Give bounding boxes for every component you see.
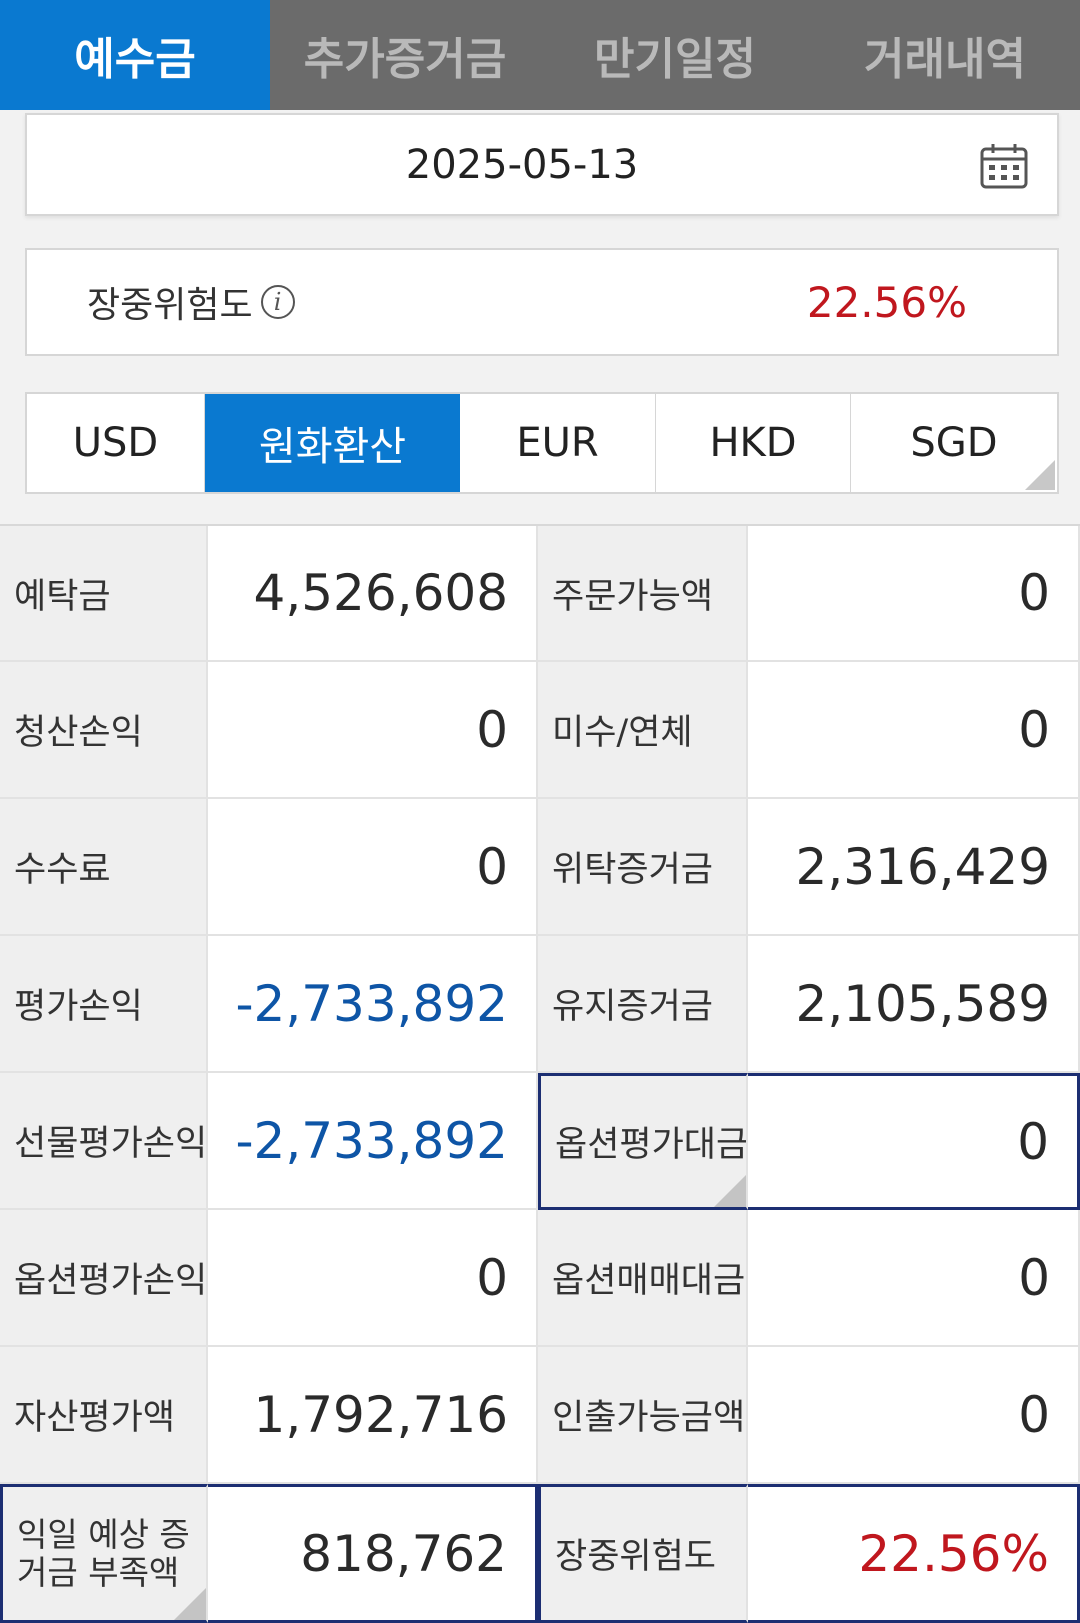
value-orderable-amount: 0	[748, 526, 1080, 662]
info-icon[interactable]: i	[260, 285, 295, 319]
label-option-valuation-text: 옵션평가대금	[555, 1125, 748, 1165]
tab-deposit[interactable]: 예수금	[0, 0, 270, 110]
calendar-icon[interactable]	[979, 141, 1029, 191]
label-overdue: 미수/연체	[538, 662, 748, 799]
label-option-pnl: 옵션평가손익	[0, 1210, 208, 1347]
currency-tab-sgd[interactable]: SGD	[851, 394, 1057, 492]
label-option-valuation[interactable]: 옵션평가대금	[538, 1073, 748, 1210]
value-asset-valuation: 1,792,716	[208, 1347, 538, 1484]
account-summary-grid: 예탁금 4,526,608 주문가능액 0 청산손익 0 미수/연체 0 수수료…	[0, 524, 1080, 1623]
value-next-day-margin-shortfall: 818,762	[208, 1484, 538, 1623]
expand-corner-icon	[714, 1175, 746, 1207]
label-deposit: 예탁금	[0, 526, 208, 662]
tab-expiry-schedule[interactable]: 만기일정	[540, 0, 810, 110]
more-corner-icon	[1025, 460, 1055, 490]
currency-tab-hkd[interactable]: HKD	[656, 394, 851, 492]
label-orderable-amount: 주문가능액	[538, 526, 748, 662]
value-option-trade-amount: 0	[748, 1210, 1080, 1347]
currency-tab-sgd-label: SGD	[910, 420, 998, 466]
label-maintenance-margin: 유지증거금	[538, 936, 748, 1073]
tab-transaction-history[interactable]: 거래내역	[810, 0, 1080, 110]
value-overdue: 0	[748, 662, 1080, 799]
value-realized-pnl: 0	[208, 662, 538, 799]
currency-tab-krw-converted[interactable]: 원화환산	[205, 394, 460, 492]
date-value: 2025-05-13	[405, 142, 639, 188]
label-initial-margin: 위탁증거금	[538, 799, 748, 936]
label-fees: 수수료	[0, 799, 208, 936]
label-withdrawable: 인출가능금액	[538, 1347, 748, 1484]
risk-label-wrap: 장중위험도 i	[87, 250, 295, 354]
value-unrealized-pnl: -2,733,892	[208, 936, 538, 1073]
currency-tab-usd[interactable]: USD	[27, 394, 205, 492]
value-withdrawable: 0	[748, 1347, 1080, 1484]
label-asset-valuation: 자산평가액	[0, 1347, 208, 1484]
currency-tab-bar: USD 원화환산 EUR HKD SGD	[25, 392, 1059, 494]
intraday-risk-summary: 장중위험도 i 22.56%	[25, 248, 1059, 356]
value-maintenance-margin: 2,105,589	[748, 936, 1080, 1073]
label-next-day-margin-shortfall-text: 익일 예상 증거금 부족액	[17, 1514, 190, 1592]
label-futures-pnl: 선물평가손익	[0, 1073, 208, 1210]
value-intraday-risk: 22.56%	[748, 1484, 1080, 1623]
label-option-trade-amount: 옵션매매대금	[538, 1210, 748, 1347]
value-option-valuation: 0	[748, 1073, 1080, 1210]
expand-corner-icon	[174, 1588, 206, 1620]
risk-label: 장중위험도	[87, 285, 253, 326]
value-option-pnl: 0	[208, 1210, 538, 1347]
label-unrealized-pnl: 평가손익	[0, 936, 208, 1073]
top-tab-bar: 예수금 추가증거금 만기일정 거래내역	[0, 0, 1080, 110]
label-realized-pnl: 청산손익	[0, 662, 208, 799]
currency-tab-eur[interactable]: EUR	[460, 394, 656, 492]
tab-additional-margin[interactable]: 추가증거금	[270, 0, 540, 110]
label-intraday-risk: 장중위험도	[538, 1484, 748, 1623]
value-deposit: 4,526,608	[208, 526, 538, 662]
value-initial-margin: 2,316,429	[748, 799, 1080, 936]
value-fees: 0	[208, 799, 538, 936]
risk-value: 22.56%	[806, 277, 967, 327]
value-futures-pnl: -2,733,892	[208, 1073, 538, 1210]
label-next-day-margin-shortfall[interactable]: 익일 예상 증거금 부족액	[0, 1484, 208, 1623]
date-picker[interactable]: 2025-05-13	[25, 113, 1059, 216]
